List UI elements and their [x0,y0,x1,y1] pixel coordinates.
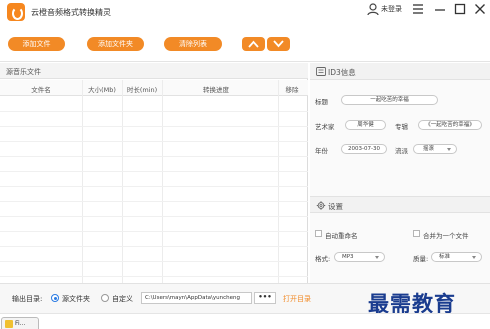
browse-button[interactable]: ••• [254,292,276,304]
minimize-icon[interactable] [432,1,448,17]
title-bar: 云橙音频格式转换精灵 未登录 [0,0,490,26]
chevron-down-icon [472,256,476,259]
app-title: 云橙音频格式转换精灵 [31,8,111,17]
move-up-button[interactable] [242,37,265,51]
output-path-field[interactable]: C:\Users\mayn\AppData\yuncheng [141,292,252,304]
add-file-button[interactable]: 添加文件 [8,37,65,51]
open-dir-link[interactable]: 打开目录 [283,294,311,304]
quality-select[interactable]: 标准 [431,252,482,262]
album-label: 专辑 [395,123,408,131]
maximize-icon[interactable] [452,1,468,17]
format-select[interactable]: MP3 [334,252,385,262]
year-label: 年份 [315,147,328,155]
year-input[interactable]: 2003-07-30 [341,144,387,154]
output-dir-label: 输出目录: [12,295,43,303]
custom-folder-radio[interactable] [101,294,109,302]
file-list-panel: 源音乐文件 文件名 大小(Mb) 时长(min) 转换进度 移除 [0,63,308,283]
app-logo-icon [7,3,25,21]
artist-input[interactable]: 周华健 [345,120,386,130]
col-size[interactable]: 大小(Mb) [84,84,120,94]
close-icon[interactable] [472,1,488,17]
settings-section-header: 设置 [310,196,490,213]
user-icon[interactable] [367,3,379,16]
table-row [0,231,308,232]
menu-icon[interactable] [410,1,426,17]
taskbar: Fi... [0,313,490,329]
table-row [0,186,308,187]
chevron-down-icon [273,40,284,48]
artist-label: 艺术家 [315,123,335,131]
clear-list-button[interactable]: 清除列表 [164,37,222,51]
merge-checkbox[interactable] [413,230,420,237]
table-row [0,141,308,142]
id3-section-header: ID3信息 [310,63,490,80]
table-row [0,216,308,217]
folder-icon [5,320,13,328]
file-list-title: 源音乐文件 [6,68,41,76]
genre-value: 摇滚 [423,146,435,152]
col-remove[interactable]: 移除 [282,84,302,94]
table-row [0,126,308,127]
file-list-header: 源音乐文件 [0,63,308,79]
col-duration[interactable]: 时长(min) [123,84,161,94]
merge-label: 合并为一个文件 [423,232,469,240]
taskbar-item-label: Fi... [15,320,26,327]
properties-panel: ID3信息 标题 一起吃苦的幸福 艺术家 周华健 专辑 《一起吃苦的幸福》 年份… [310,63,490,283]
title-label: 标题 [315,98,328,106]
genre-label: 流派 [395,147,408,155]
title-input[interactable]: 一起吃苦的幸福 [341,95,438,105]
add-folder-button[interactable]: 添加文件夹 [87,37,144,51]
login-link[interactable]: 未登录 [381,4,402,14]
chevron-up-icon [248,40,259,48]
format-value: MP3 [342,254,354,260]
file-table-header: 文件名 大小(Mb) 时长(min) 转换进度 移除 [0,80,308,96]
auto-rename-checkbox[interactable] [315,230,322,237]
toolbar: 添加文件 添加文件夹 清除列表 [0,26,490,62]
quality-label: 质量: [413,255,429,263]
table-row [0,201,308,202]
col-filename[interactable]: 文件名 [26,84,56,94]
id3-section-title: ID3信息 [328,68,356,77]
col-progress[interactable]: 转换进度 [196,84,236,94]
move-down-button[interactable] [267,37,290,51]
table-row [0,111,308,112]
taskbar-item[interactable]: Fi... [1,317,39,329]
album-input[interactable]: 《一起吃苦的幸福》 [418,120,482,130]
settings-section-title: 设置 [328,202,343,211]
table-row [0,156,308,157]
id-card-icon [316,67,326,76]
format-label: 格式: [315,255,331,263]
table-row [0,276,308,277]
quality-value: 标准 [439,254,451,260]
source-folder-label[interactable]: 源文件夹 [62,294,90,304]
table-row [0,246,308,247]
auto-rename-label: 自动重命名 [325,232,358,240]
gear-icon [316,201,326,210]
table-row [0,261,308,262]
chevron-down-icon [375,256,379,259]
genre-select[interactable]: 摇滚 [413,144,457,154]
custom-folder-label[interactable]: 自定义 [112,294,133,304]
table-row [0,171,308,172]
source-folder-radio[interactable] [51,294,59,302]
chevron-down-icon [447,148,451,151]
